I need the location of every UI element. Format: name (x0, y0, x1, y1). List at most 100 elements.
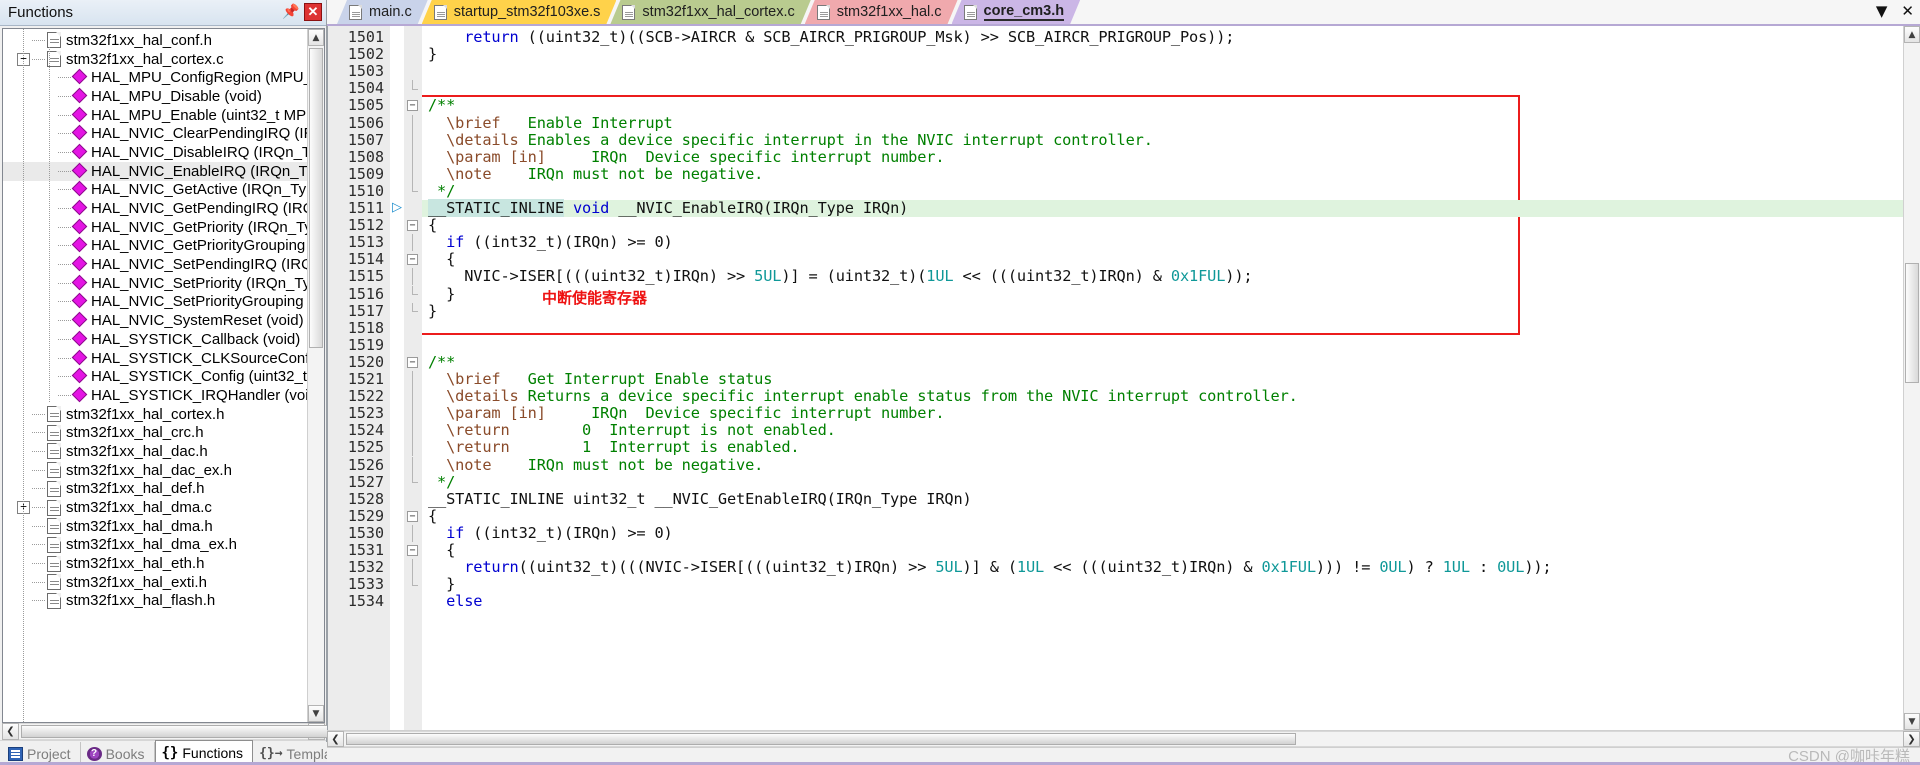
tree-item-file[interactable]: stm32f1xx_hal_dac_ex.h (3, 461, 307, 480)
code-token: /** (428, 96, 456, 115)
line-number: 1533 (347, 575, 384, 594)
tree-connector (58, 376, 72, 378)
editor-tab-startup-stm32f103xe-s[interactable]: startup_stm32f103xe.s (422, 0, 617, 24)
code-token: { (428, 216, 438, 235)
tree-item-file[interactable]: stm32f1xx_hal_dma.h (3, 517, 307, 536)
editor-tab-stm32f1xx-hal-cortex-c[interactable]: stm32f1xx_hal_cortex.c (610, 0, 810, 24)
scroll-up-icon[interactable]: ▲ (1904, 26, 1920, 43)
file-icon (47, 536, 61, 553)
tree-vertical-scrollbar[interactable]: ▲ ▼ (307, 29, 324, 722)
editor-hscroll-thumb[interactable] (346, 733, 1296, 745)
tree-item-file[interactable]: stm32f1xx_hal_flash.h (3, 592, 307, 611)
editor-tab-stm32f1xx-hal-c[interactable]: stm32f1xx_hal.c (805, 0, 958, 24)
function-icon (73, 370, 85, 383)
editor-tab-strip: main.c startup_stm32f103xe.s stm32f1xx_hal… (327, 0, 1920, 26)
fold-collapse-icon[interactable]: − (407, 510, 418, 522)
editor-horizontal-scrollbar[interactable]: ❮ ❯ (327, 730, 1920, 747)
function-icon (73, 258, 85, 271)
code-token: Get Interrupt Enable status (500, 370, 773, 388)
tree-item-file[interactable]: +stm32f1xx_hal_dma.c (3, 498, 307, 517)
close-icon[interactable]: ✕ (1901, 2, 1914, 20)
code-line: */ (428, 473, 455, 491)
current-line-marker-icon: ▷ (392, 200, 402, 215)
file-icon (47, 574, 61, 591)
tree-item-file[interactable]: stm32f1xx_hal_crc.h (3, 423, 307, 442)
functions-tree[interactable]: stm32f1xx_hal_conf.h−stm32f1xx_hal_corte… (3, 29, 307, 722)
tree-hscroll-track[interactable] (19, 723, 351, 740)
line-number: 1505 (347, 96, 384, 115)
tree-item-file[interactable]: stm32f1xx_hal_exti.h (3, 573, 307, 592)
tree-item-label: stm32f1xx_hal_dma.c (66, 499, 212, 517)
tree-item-label: HAL_NVIC_ClearPendingIRQ (IRQ (91, 125, 307, 143)
code-token: ((int32_t)(IRQn) >= 0) (464, 233, 673, 252)
file-icon (47, 424, 61, 441)
fold-collapse-icon[interactable]: − (407, 356, 418, 368)
code-token: void (572, 199, 610, 217)
fold-collapse-icon[interactable]: − (407, 545, 418, 556)
close-icon[interactable]: ✕ (304, 3, 322, 21)
tree-item-label: HAL_NVIC_GetPriorityGrouping (v (91, 237, 307, 255)
fold-collapse-icon[interactable]: − (407, 220, 418, 232)
fold-collapse-icon[interactable]: − (407, 100, 418, 112)
tree-item-file[interactable]: stm32f1xx_hal_dac.h (3, 442, 307, 461)
code-text-area[interactable]: return ((uint32_t)((SCB->AIRCR & SCB_AIR… (422, 26, 1903, 730)
tree-hscroll-thumb[interactable] (21, 725, 351, 738)
breakpoint-margin[interactable]: ▷ (390, 26, 404, 730)
code-token: 5UL (935, 558, 963, 577)
function-icon (73, 183, 85, 196)
tree-item-file[interactable]: stm32f1xx_hal_def.h (3, 480, 307, 499)
code-line: \return 0 Interrupt is not enabled. (428, 422, 836, 439)
fold-margin[interactable]: − − − − − − (404, 26, 422, 730)
editor-hscroll-track[interactable] (344, 731, 1903, 747)
scroll-left-icon[interactable]: ❮ (2, 723, 19, 740)
editor-tab-label: stm32f1xx_hal_cortex.c (642, 4, 795, 20)
code-token: \details (446, 387, 519, 406)
scroll-up-icon[interactable]: ▲ (308, 29, 324, 46)
code-token: 1UL (1016, 558, 1045, 577)
code-token: \note (446, 164, 492, 183)
function-icon (73, 239, 85, 252)
editor-scroll-track[interactable] (1904, 43, 1920, 713)
tree-item-file[interactable]: stm32f1xx_hal_cortex.h (3, 405, 307, 424)
editor-tab-core-cm3-h[interactable]: core_cm3.h (952, 0, 1081, 24)
code-token: __STATIC_INLINE uint32_t __NVIC_GetEnabl… (428, 489, 972, 508)
tree-item-file[interactable]: stm32f1xx_hal_eth.h (3, 554, 307, 573)
file-icon (47, 555, 61, 572)
scroll-down-icon[interactable]: ▼ (1904, 713, 1920, 730)
tree-scroll-thumb[interactable] (309, 48, 323, 348)
editor-tab-label: main.c (369, 4, 412, 20)
editor-vertical-scrollbar[interactable]: ▲ ▼ (1903, 26, 1920, 730)
code-line: } (428, 576, 455, 593)
selected-token: __STATIC_INLINE (428, 199, 564, 217)
fold-region-line (412, 422, 413, 440)
fold-collapse-icon[interactable]: − (407, 254, 418, 266)
code-token: \brief (446, 113, 501, 132)
function-icon (73, 221, 85, 234)
file-icon (47, 406, 61, 423)
tree-item-file[interactable]: stm32f1xx_hal_dma_ex.h (3, 536, 307, 555)
tree-connector (58, 301, 72, 303)
scroll-left-icon[interactable]: ❮ (327, 731, 344, 747)
fold-region-line (412, 80, 413, 89)
scroll-down-icon[interactable]: ▼ (308, 705, 324, 722)
editor-tab-main-c[interactable]: main.c (337, 0, 428, 24)
tree-connector (58, 133, 72, 135)
code-token: /** (428, 352, 456, 371)
tree-scroll-track[interactable] (308, 46, 324, 705)
pin-icon[interactable]: 📌 (282, 3, 300, 21)
editor-scroll-thumb[interactable] (1905, 263, 1919, 383)
function-icon (73, 295, 85, 308)
tree-horizontal-scrollbar[interactable]: ❮ ❯ (2, 723, 351, 740)
line-number: 1501 (347, 28, 384, 46)
code-token: ) ? (1406, 558, 1443, 577)
line-number: 1506 (347, 113, 384, 132)
chevron-down-icon[interactable]: ▼ (1876, 2, 1888, 20)
tree-connector (58, 114, 72, 116)
code-editor-viewport[interactable]: 1501 1502 1503 1504 1505 1506 1507 1508 1509 1510… (328, 26, 1903, 730)
tree-item-label: HAL_MPU_ConfigRegion (MPU_R (91, 69, 307, 87)
code-line: __STATIC_INLINE void __NVIC_EnableIRQ(IR… (428, 199, 908, 217)
